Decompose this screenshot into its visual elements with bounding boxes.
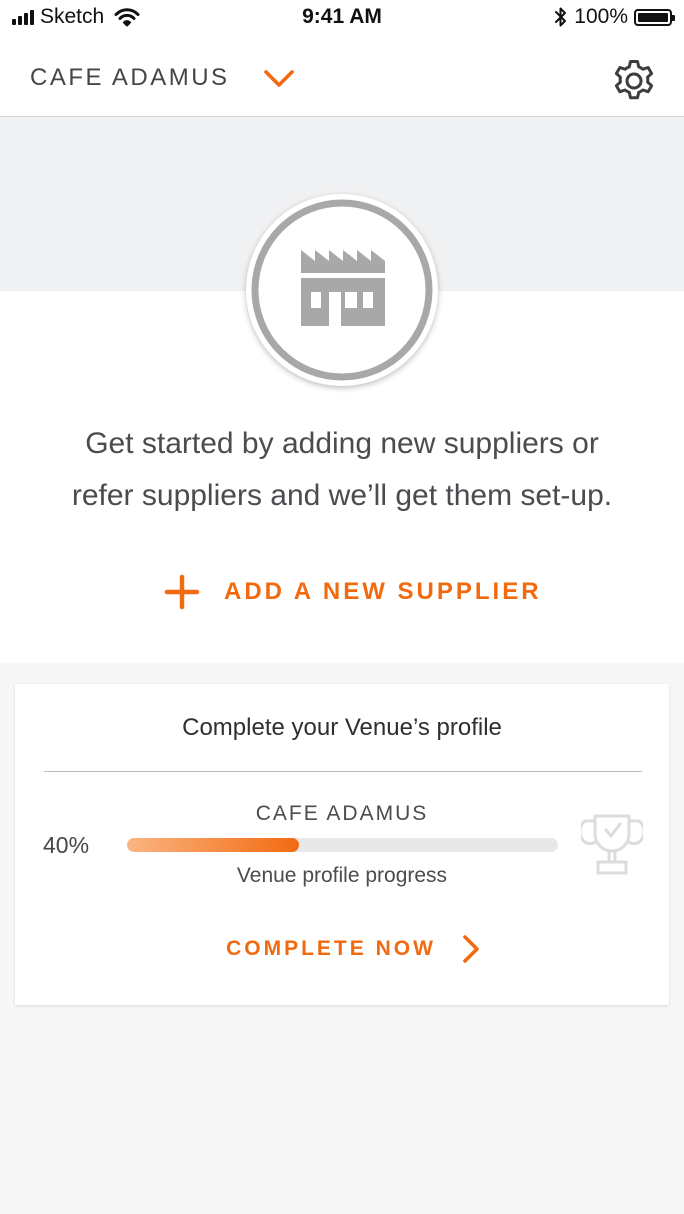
battery-percent: 100% — [574, 5, 628, 28]
battery-icon — [634, 8, 675, 26]
complete-now-button[interactable]: COMPLETE NOW — [15, 934, 669, 964]
progress-venue-name: CAFE ADAMUS — [255, 802, 429, 825]
empty-state-line-2: refer suppliers and we’ll get them set-u… — [71, 479, 613, 512]
venue-selector-label[interactable]: CAFE ADAMUS — [30, 64, 230, 92]
venue-header: CAFE ADAMUS — [0, 38, 684, 117]
progress-caption: Venue profile progress — [236, 864, 448, 887]
chevron-right-icon — [463, 935, 479, 963]
add-supplier-label: ADD A NEW SUPPLIER — [224, 578, 542, 605]
status-right: 100% — [554, 5, 675, 29]
bluetooth-icon — [555, 7, 567, 27]
profile-card-title: Complete your Venue’s profile — [182, 714, 502, 741]
chevron-down-icon[interactable] — [262, 68, 296, 90]
venue-profile-card: Complete your Venue’s profile CAFE ADAMU… — [15, 684, 669, 1005]
empty-state-message: Get started by adding new suppliers or r… — [0, 418, 684, 522]
progress-bar-fill — [127, 838, 300, 852]
add-supplier-button[interactable]: ADD A NEW SUPPLIER — [164, 570, 542, 614]
factory-icon — [251, 199, 433, 381]
complete-now-label: COMPLETE NOW — [226, 937, 436, 960]
supplier-badge — [246, 194, 438, 386]
progress-percentage: 40% — [43, 832, 90, 858]
empty-state-line-1: Get started by adding new suppliers or — [85, 427, 599, 460]
progress-bar — [127, 838, 558, 852]
gear-icon[interactable] — [611, 58, 657, 104]
plus-icon — [164, 574, 200, 610]
trophy-icon — [581, 814, 643, 875]
divider — [44, 771, 642, 772]
